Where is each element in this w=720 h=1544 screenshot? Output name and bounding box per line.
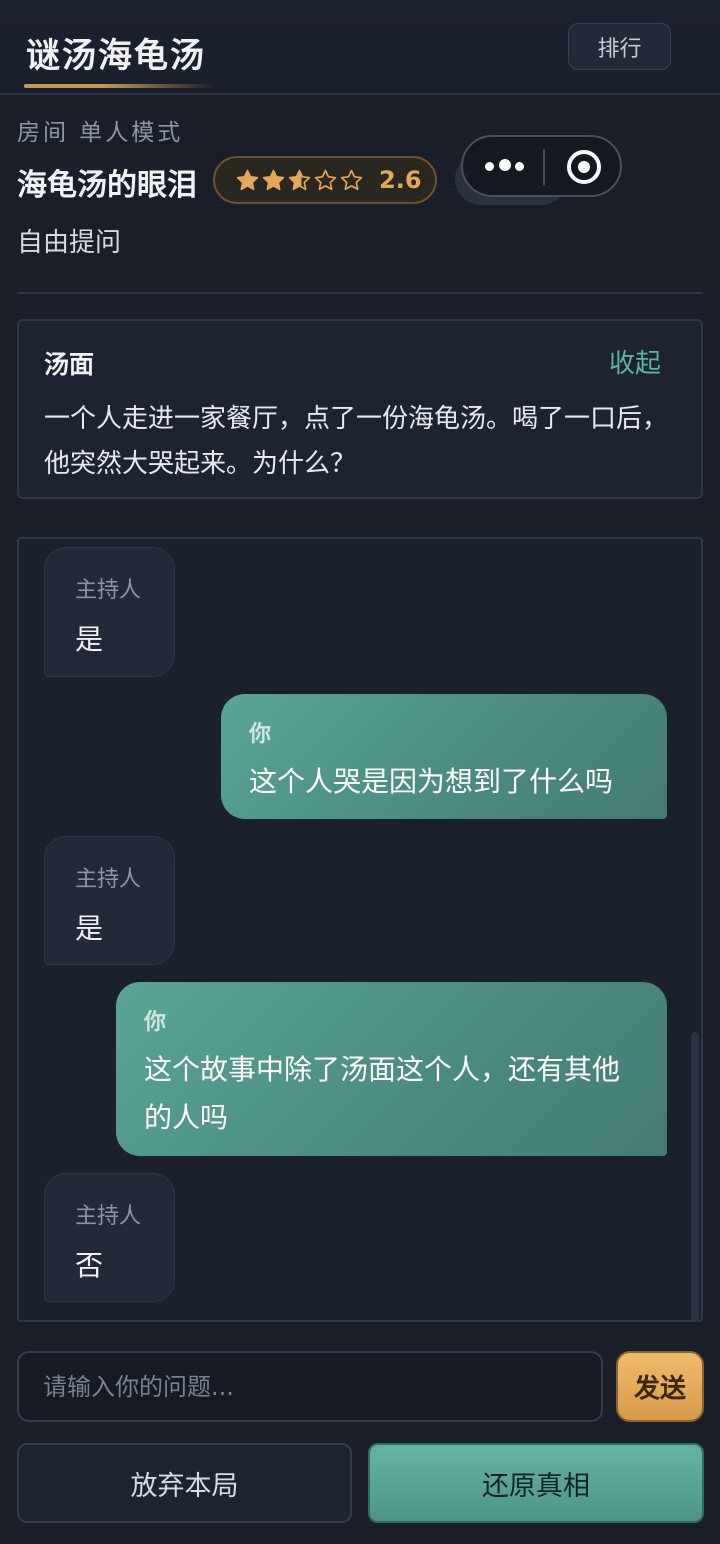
message-text: 是 [75,912,104,945]
app-header: 谜汤海龟汤 排行 [0,0,720,95]
question-input[interactable] [17,1351,603,1422]
soup-card: 汤面 收起 一个人走进一家餐厅，点了一份海龟汤。喝了一口后，他突然大哭起来。为什… [17,319,703,499]
chat-area[interactable]: 主持人 是 你 这个人哭是因为想到了什么吗 主持人 是 你 这个故事中除了汤面这… [17,537,703,1322]
message-sender: 主持人 [75,1204,142,1229]
user-message: 你 这个故事中除了汤面这个人，还有其他的人吗 [116,982,667,1156]
reveal-truth-button[interactable]: 还原真相 [368,1443,704,1523]
star-icon [262,169,285,190]
message-sender: 你 [249,722,272,747]
star-icon [288,169,311,190]
star-icon [236,169,259,190]
message-sender: 你 [144,1010,167,1035]
title-underline [24,84,214,88]
section-divider [17,292,703,294]
rank-button[interactable]: 排行 [568,23,671,70]
mode-label: 自由提问 [17,228,122,258]
rating-badge: 2.6 [213,156,437,204]
give-up-button[interactable]: 放弃本局 [17,1443,352,1523]
send-button[interactable]: 发送 [616,1351,704,1422]
host-message: 主持人 否 [44,1173,175,1302]
host-message: 主持人 是 [44,836,175,965]
message-text: 否 [75,1249,104,1282]
soup-text: 一个人走进一家餐厅，点了一份海龟汤。喝了一口后，他突然大哭起来。为什么？ [44,404,669,479]
host-message: 主持人 是 [44,547,175,677]
message-text: 这个人哭是因为想到了什么吗 [249,765,614,798]
message-text: 是 [75,623,104,656]
star-icon [314,169,337,190]
message-sender: 主持人 [75,578,142,603]
more-dots-icon[interactable] [485,159,525,175]
room-label: 房间 单人模式 [17,120,184,146]
target-icon[interactable] [567,150,601,184]
chat-scrollbar[interactable] [691,1032,699,1320]
page: 谜汤海龟汤 排行 房间 单人模式 海龟汤的眼泪 2.6 自由提问 汤面 收起 一… [0,0,720,1544]
miniapp-capsule [461,135,622,197]
message-text: 这个故事中除了汤面这个人，还有其他的人吗 [144,1053,621,1134]
soup-heading: 汤面 [44,350,95,379]
capsule-divider [543,149,545,185]
user-message: 你 这个人哭是因为想到了什么吗 [221,694,667,819]
message-sender: 主持人 [75,867,142,892]
puzzle-title: 海龟汤的眼泪 [17,168,197,203]
collapse-button[interactable]: 收起 [609,343,661,380]
app-title: 谜汤海龟汤 [26,36,206,76]
star-icon [340,169,363,190]
rating-value: 2.6 [379,166,422,194]
